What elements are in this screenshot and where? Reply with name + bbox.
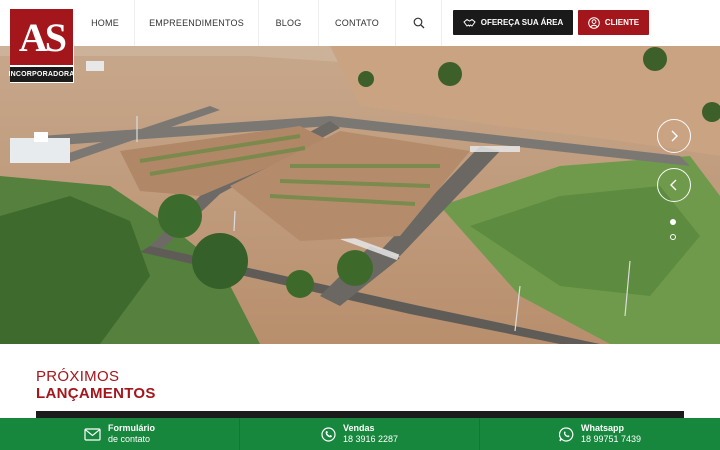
sales-title: Vendas xyxy=(342,423,375,433)
phone-icon xyxy=(321,426,336,442)
sales-phone-button[interactable]: Vendas 18 3916 2287 xyxy=(240,418,480,450)
bottom-contact-bar: Formulário de contato Vendas 18 3916 228… xyxy=(0,418,720,450)
contact-form-title: Formulário xyxy=(107,423,155,433)
whatsapp-title: Whatsapp xyxy=(580,423,624,433)
main-nav: HOME EMPREENDIMENTOS BLOG CONTATO xyxy=(76,0,442,46)
mail-icon xyxy=(84,427,101,441)
whatsapp-text: Whatsapp 18 99751 7439 xyxy=(581,423,641,445)
slider-dot[interactable] xyxy=(670,234,676,240)
contact-form-button[interactable]: Formulário de contato xyxy=(0,418,240,450)
search-button[interactable] xyxy=(396,0,442,46)
whatsapp-icon xyxy=(558,426,574,442)
slider-prev-button[interactable] xyxy=(657,168,691,202)
nav-home[interactable]: HOME xyxy=(76,0,135,46)
contact-form-sub: de contato xyxy=(107,434,151,444)
hero-aerial-image xyxy=(0,46,720,344)
client-button[interactable]: CLIENTE xyxy=(578,10,649,35)
page: HOME EMPREENDIMENTOS BLOG CONTATO OFEREÇ… xyxy=(0,0,720,450)
slider-dot-active[interactable] xyxy=(670,219,676,225)
logo-subtitle: INCORPORADORA xyxy=(9,67,74,82)
nav-blog[interactable]: BLOG xyxy=(259,0,319,46)
sales-phone: 18 3916 2287 xyxy=(342,434,399,444)
offer-area-label: OFEREÇA SUA ÁREA xyxy=(480,18,564,27)
search-icon xyxy=(413,17,425,29)
section-title-line2: LANÇAMENTOS xyxy=(36,385,156,402)
user-icon xyxy=(588,16,600,29)
nav-empreendimentos[interactable]: EMPREENDIMENTOS xyxy=(135,0,259,46)
chevron-left-icon xyxy=(669,179,679,191)
logo-mark: AS xyxy=(10,9,73,65)
offer-area-button[interactable]: OFEREÇA SUA ÁREA xyxy=(453,10,573,35)
section-title: PRÓXIMOS LANÇAMENTOS xyxy=(36,368,156,402)
logo[interactable]: AS INCORPORADORA xyxy=(9,9,74,83)
whatsapp-phone: 18 99751 7439 xyxy=(580,434,642,444)
client-label: CLIENTE xyxy=(604,18,640,27)
slider-next-button[interactable] xyxy=(657,119,691,153)
handshake-icon xyxy=(463,18,476,28)
chevron-right-icon xyxy=(669,130,679,142)
sales-text: Vendas 18 3916 2287 xyxy=(343,423,398,445)
nav-contato[interactable]: CONTATO xyxy=(319,0,396,46)
site-header: HOME EMPREENDIMENTOS BLOG CONTATO OFEREÇ… xyxy=(0,0,720,46)
whatsapp-button[interactable]: Whatsapp 18 99751 7439 xyxy=(480,418,720,450)
contact-form-text: Formulário de contato xyxy=(108,423,155,445)
hero-slider xyxy=(0,46,720,344)
section-title-line1: PRÓXIMOS xyxy=(36,368,120,385)
